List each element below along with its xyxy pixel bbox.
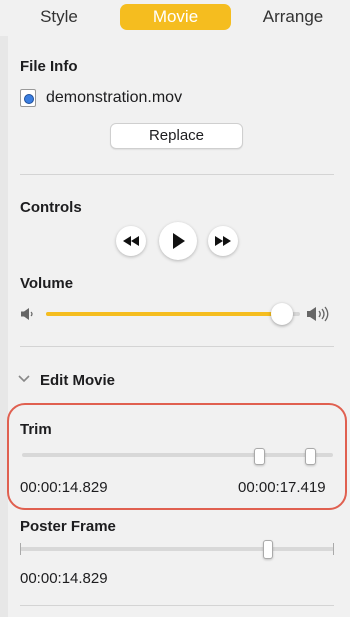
poster-frame-track[interactable] bbox=[20, 547, 334, 551]
trim-title: Trim bbox=[20, 421, 52, 438]
chevron-down-icon[interactable] bbox=[18, 375, 30, 383]
movie-file-icon bbox=[20, 89, 36, 107]
track-end-tick bbox=[20, 543, 21, 555]
volume-title: Volume bbox=[20, 275, 74, 292]
replace-button[interactable]: Replace bbox=[110, 123, 243, 149]
speaker-high-icon bbox=[307, 306, 329, 322]
fast-forward-icon bbox=[215, 236, 231, 246]
inspector-tabs: Style Movie Arrange bbox=[0, 0, 350, 36]
volume-knob[interactable] bbox=[271, 303, 294, 325]
trim-start-handle[interactable] bbox=[254, 448, 265, 465]
play-button[interactable] bbox=[159, 222, 197, 260]
file-name: demonstration.mov bbox=[46, 89, 183, 106]
divider bbox=[20, 174, 334, 175]
file-row: demonstration.mov bbox=[20, 88, 182, 108]
divider bbox=[20, 346, 334, 347]
play-icon bbox=[173, 233, 185, 249]
rewind-icon bbox=[123, 236, 139, 246]
trim-end-time: 00:00:17.419 bbox=[238, 479, 326, 496]
divider bbox=[20, 605, 334, 606]
poster-frame-handle[interactable] bbox=[263, 540, 273, 559]
volume-slider[interactable] bbox=[46, 312, 300, 316]
trim-track[interactable] bbox=[22, 453, 333, 457]
volume-fill bbox=[46, 312, 283, 316]
file-info-title: File Info bbox=[20, 58, 78, 75]
left-panel-edge bbox=[0, 36, 8, 617]
edit-movie-disclosure[interactable]: Edit Movie bbox=[40, 372, 115, 389]
speaker-low-icon bbox=[21, 308, 33, 320]
track-end-tick bbox=[333, 543, 334, 555]
rewind-button[interactable] bbox=[116, 226, 146, 256]
tab-arrange[interactable]: Arrange bbox=[252, 4, 334, 30]
fast-forward-button[interactable] bbox=[208, 226, 238, 256]
controls-title: Controls bbox=[20, 199, 82, 216]
trim-start-time: 00:00:14.829 bbox=[20, 479, 108, 496]
trim-end-handle[interactable] bbox=[305, 448, 316, 465]
tab-style[interactable]: Style bbox=[28, 4, 90, 30]
poster-frame-title: Poster Frame bbox=[20, 518, 116, 535]
poster-frame-time: 00:00:14.829 bbox=[20, 570, 108, 587]
tab-movie[interactable]: Movie bbox=[120, 4, 231, 30]
